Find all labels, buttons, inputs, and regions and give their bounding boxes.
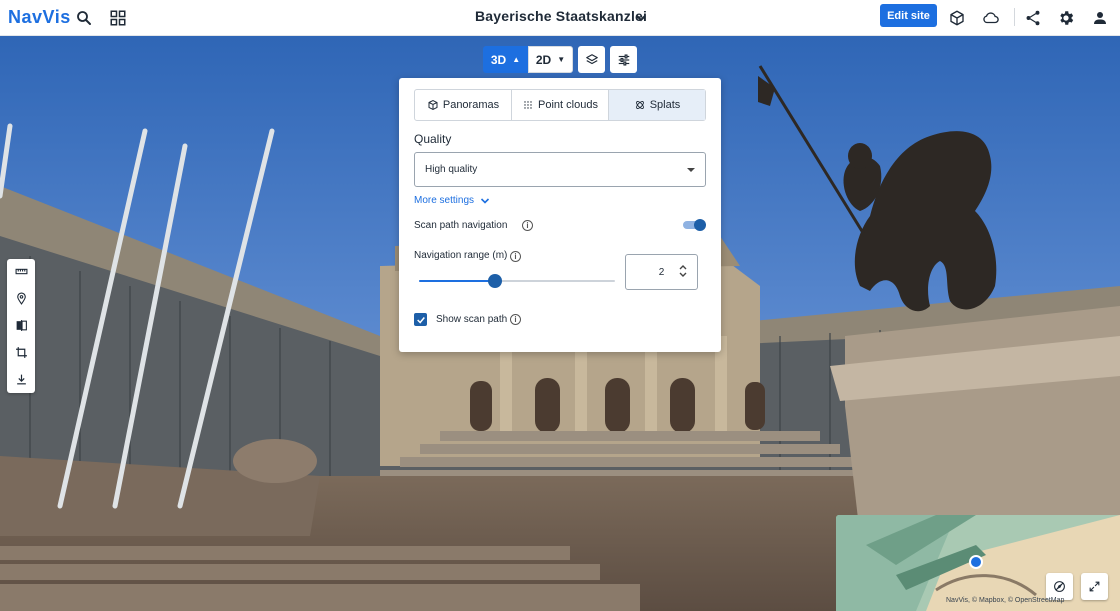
visualization-settings-panel: Panoramas Point clouds Splats Quality Hi… <box>399 78 721 352</box>
location-pin-icon[interactable] <box>13 290 29 306</box>
navigation-range-slider[interactable] <box>419 274 615 288</box>
expand-map-button[interactable] <box>1081 573 1108 600</box>
stepper-arrows-icon[interactable] <box>678 264 688 278</box>
map-attribution: NavVis, © Mapbox, © OpenStreetMap <box>946 597 1065 604</box>
measure-ruler-icon[interactable] <box>13 263 29 279</box>
sliders-icon <box>618 53 629 66</box>
info-icon[interactable]: i <box>522 220 533 231</box>
chevron-down-icon: ▼ <box>557 55 566 64</box>
expand-icon <box>1089 581 1100 592</box>
checkmark-icon <box>416 316 425 324</box>
slider-fill <box>419 280 496 282</box>
show-scan-path-checkbox[interactable] <box>414 313 427 326</box>
data-type-tabs: Panoramas Point clouds Splats <box>414 89 706 121</box>
dropdown-caret-icon <box>687 168 695 172</box>
navigation-range-label: Navigation range (m) <box>414 250 508 261</box>
tab-panoramas[interactable]: Panoramas <box>415 90 512 120</box>
chevron-up-icon: ▲ <box>512 55 521 64</box>
tab-point-clouds[interactable]: Point clouds <box>512 90 609 120</box>
splats-icon <box>635 101 644 109</box>
quality-label: Quality <box>414 132 452 146</box>
left-toolbar <box>7 259 35 393</box>
more-settings-link[interactable]: More settings <box>414 195 474 206</box>
point-cloud-icon <box>524 101 532 109</box>
compare-icon[interactable] <box>13 317 29 333</box>
chevron-down-icon[interactable] <box>480 196 490 206</box>
tab-splats-label: Splats <box>649 99 681 111</box>
top-bar: NavVis Bayerische Staatskanzlei Edit sit… <box>0 0 1120 36</box>
visualization-settings-button[interactable] <box>610 46 637 73</box>
search-icon[interactable] <box>72 6 96 30</box>
cube-icon[interactable] <box>945 6 969 30</box>
view-3d-label: 3D <box>490 52 507 67</box>
site-title[interactable]: Bayerische Staatskanzlei <box>475 8 647 24</box>
panorama-icon <box>428 99 438 111</box>
tab-splats[interactable]: Splats <box>609 90 705 120</box>
toolbar-divider <box>1014 8 1015 26</box>
grid-icon[interactable] <box>106 6 130 30</box>
view-2d-label: 2D <box>535 52 552 67</box>
gear-icon[interactable] <box>1054 6 1078 30</box>
show-scan-path-label: Show scan path <box>436 314 508 325</box>
info-icon[interactable]: i <box>510 251 521 262</box>
tab-point-clouds-label: Point clouds <box>538 99 598 111</box>
scan-path-navigation-toggle[interactable] <box>683 219 707 231</box>
share-icon[interactable] <box>1021 6 1045 30</box>
quality-select[interactable]: High quality <box>414 152 706 187</box>
crop-icon[interactable] <box>13 344 29 360</box>
tab-panoramas-label: Panoramas <box>442 99 500 111</box>
navigation-range-value: 2 <box>658 266 665 278</box>
cloud-icon[interactable] <box>979 6 1003 30</box>
chevron-down-icon[interactable] <box>634 8 648 28</box>
navvis-logo[interactable]: NavVis <box>8 7 71 28</box>
compass-button[interactable] <box>1046 573 1073 600</box>
layers-button[interactable] <box>578 46 605 73</box>
quality-selected-value: High quality <box>425 164 478 175</box>
scan-path-navigation-label: Scan path navigation <box>414 220 508 231</box>
download-icon[interactable] <box>13 371 29 387</box>
compass-icon <box>1054 581 1065 592</box>
layers-icon <box>585 53 598 64</box>
edit-site-button[interactable]: Edit site <box>880 4 937 27</box>
view-3d-button[interactable]: 3D ▲ <box>483 46 528 73</box>
user-icon[interactable] <box>1088 6 1112 30</box>
view-2d-button[interactable]: 2D ▼ <box>528 46 573 73</box>
info-icon[interactable]: i <box>510 314 521 325</box>
